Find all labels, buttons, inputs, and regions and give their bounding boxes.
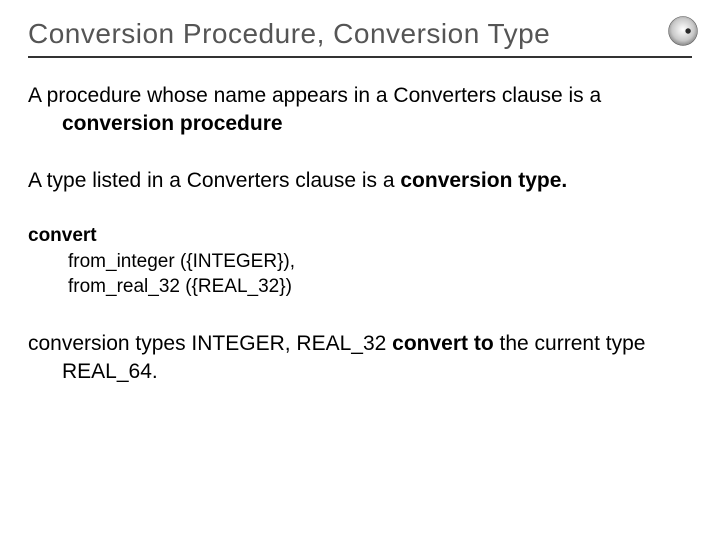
text: conversion types INTEGER, REAL_32 [28,332,392,355]
definition-procedure: A procedure whose name appears in a Conv… [28,82,692,139]
code-example: convert from_integer ({INTEGER}), from_r… [28,223,692,300]
code-line: from_integer ({INTEGER}), [28,249,692,275]
text: A type listed in a Converters clause is … [28,169,400,192]
title-rule [28,56,692,58]
text: A procedure whose name appears in a Conv… [28,84,601,107]
code-line: from_real_32 ({REAL_32}) [28,274,692,300]
code-keyword: convert [28,223,692,249]
slide-body: A procedure whose name appears in a Conv… [28,82,692,387]
term-bold: conversion type. [400,169,567,192]
definition-type: A type listed in a Converters clause is … [28,167,692,195]
term-bold: convert to [392,332,494,355]
term-bold: conversion procedure [62,112,283,135]
slide-title: Conversion Procedure, Conversion Type [28,18,692,50]
logo-icon [666,14,700,48]
summary-sentence: conversion types INTEGER, REAL_32 conver… [28,330,692,387]
slide: Conversion Procedure, Conversion Type A … [0,0,720,540]
